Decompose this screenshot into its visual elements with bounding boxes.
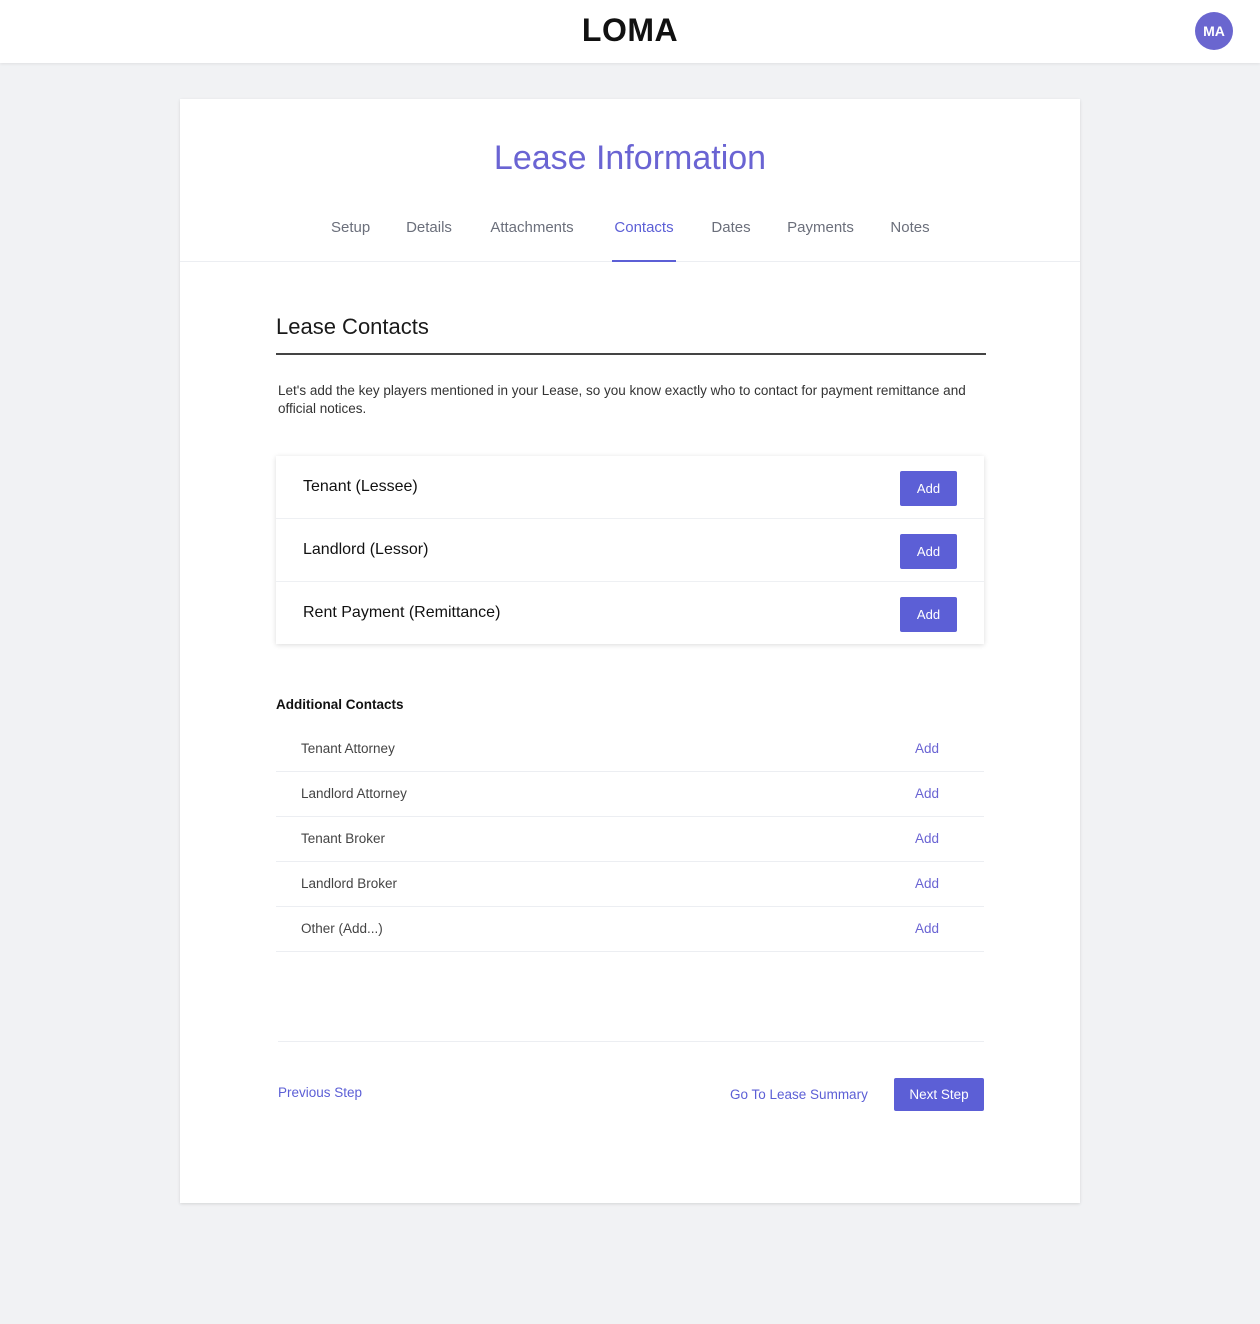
contact-row-tenant: Tenant (Lessee) Add <box>276 456 984 519</box>
page-title: Lease Information <box>493 139 767 177</box>
list-item: Landlord Attorney Add <box>276 772 984 817</box>
add-tenant-button[interactable]: Add <box>900 471 957 506</box>
add-landlord-broker-link[interactable]: Add <box>915 876 939 891</box>
app-logo[interactable]: LOMA <box>0 12 1260 49</box>
tab-bar: Setup Details Attachments Contacts Dates… <box>180 219 1080 262</box>
section-title: Lease Contacts <box>276 314 429 339</box>
contact-label: Tenant (Lessee) <box>303 478 418 495</box>
tab-setup[interactable]: Setup <box>331 219 370 261</box>
add-landlord-attorney-link[interactable]: Add <box>915 786 939 801</box>
contact-label: Rent Payment (Remittance) <box>303 604 501 621</box>
lease-info-card: Lease Information Setup Details Attachme… <box>180 99 1080 1203</box>
user-avatar[interactable]: MA <box>1195 12 1233 50</box>
next-step-button[interactable]: Next Step <box>894 1078 984 1111</box>
tab-contacts[interactable]: Contacts <box>612 219 676 262</box>
contact-row-rent-payment: Rent Payment (Remittance) Add <box>276 582 984 644</box>
list-item: Tenant Broker Add <box>276 817 984 862</box>
tab-attachments[interactable]: Attachments <box>488 219 576 261</box>
add-rent-payment-button[interactable]: Add <box>900 597 957 632</box>
list-item-label: Tenant Broker <box>301 831 386 846</box>
lease-summary-link[interactable]: Go To Lease Summary <box>730 1087 868 1102</box>
contact-label: Landlord (Lessor) <box>303 541 429 558</box>
primary-contacts-panel: Tenant (Lessee) Add Landlord (Lessor) Ad… <box>276 456 984 644</box>
intro-text: Let's add the key players mentioned in y… <box>278 383 966 416</box>
tab-details[interactable]: Details <box>406 219 452 261</box>
add-landlord-button[interactable]: Add <box>900 534 957 569</box>
add-other-contact-link[interactable]: Add <box>915 921 939 936</box>
contact-row-landlord: Landlord (Lessor) Add <box>276 519 984 582</box>
tab-payments[interactable]: Payments <box>787 219 854 261</box>
list-item: Other (Add...) Add <box>276 907 984 952</box>
additional-contacts-title: Additional Contacts <box>276 697 404 712</box>
list-item-label: Landlord Broker <box>301 876 398 891</box>
previous-step-link[interactable]: Previous Step <box>278 1085 362 1100</box>
top-bar: LOMA MA <box>0 0 1260 63</box>
tab-dates[interactable]: Dates <box>711 219 751 261</box>
list-item: Landlord Broker Add <box>276 862 984 907</box>
footer-divider <box>278 1041 984 1042</box>
list-item-label: Landlord Attorney <box>301 786 407 801</box>
additional-contacts-list: Tenant Attorney Add Landlord Attorney Ad… <box>276 727 984 952</box>
list-item: Tenant Attorney Add <box>276 727 984 772</box>
section-divider <box>276 353 986 355</box>
add-tenant-broker-link[interactable]: Add <box>915 831 939 846</box>
add-tenant-attorney-link[interactable]: Add <box>915 741 939 756</box>
list-item-label: Tenant Attorney <box>301 741 395 756</box>
tab-notes[interactable]: Notes <box>890 219 930 261</box>
list-item-label: Other (Add...) <box>301 921 383 936</box>
